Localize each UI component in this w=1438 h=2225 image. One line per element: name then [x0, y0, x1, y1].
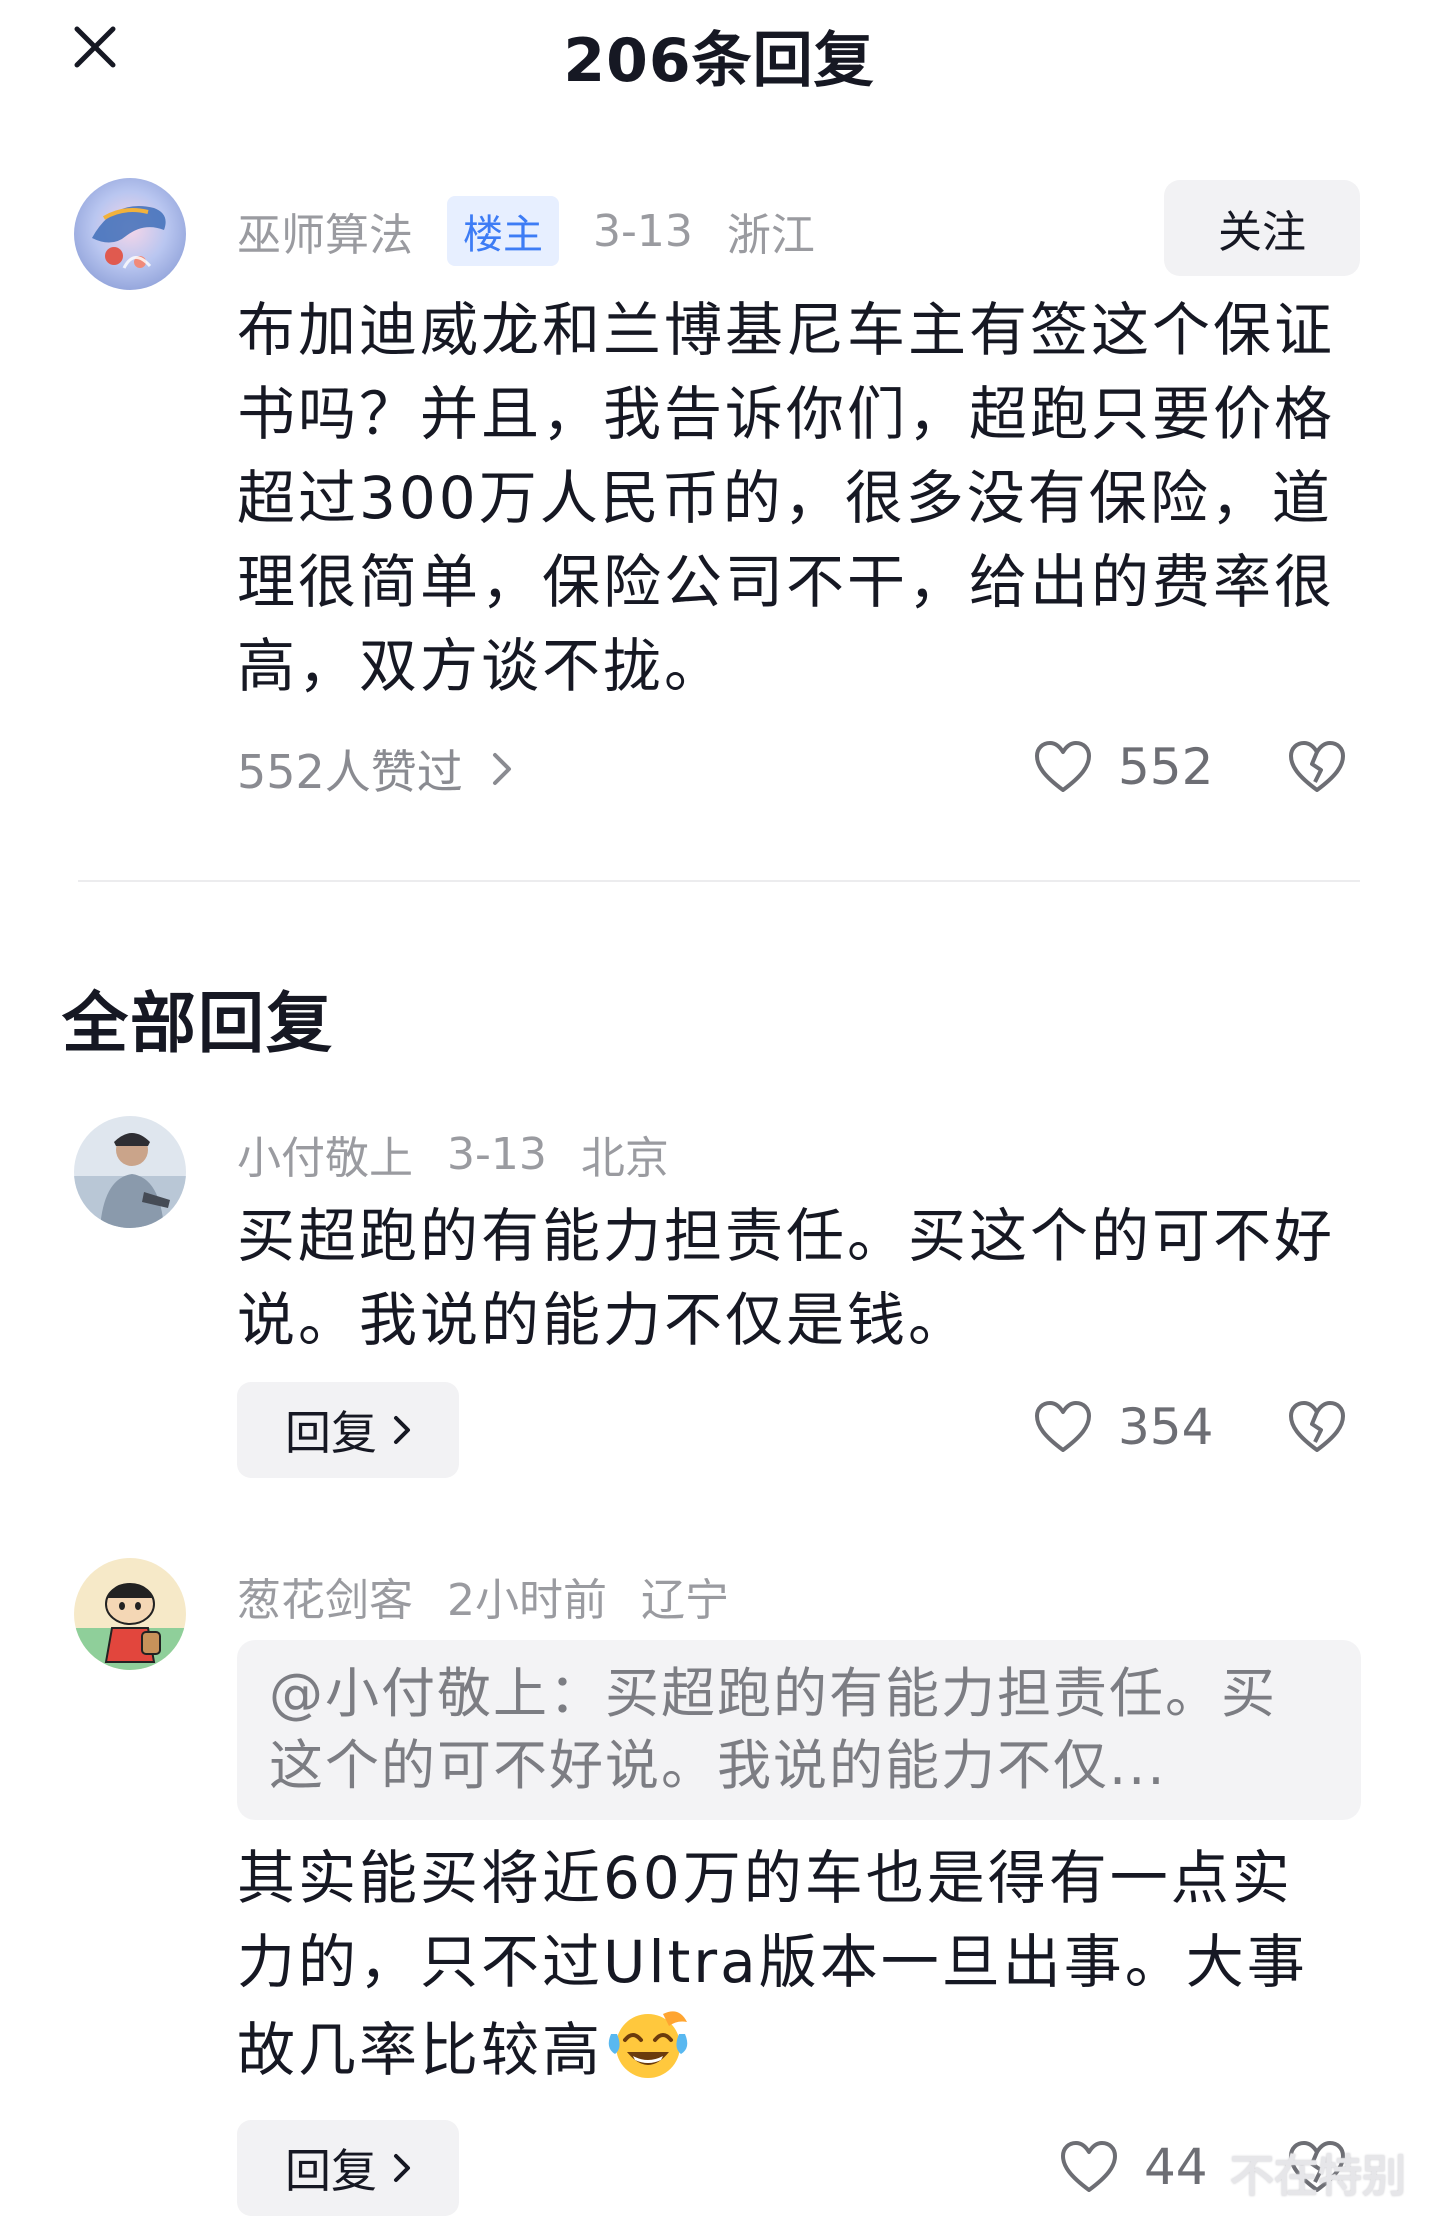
watermark: 不在特别: [1230, 2151, 1406, 2202]
likers-label: 552人赞过: [237, 745, 463, 799]
reply-date: 2小时前: [447, 1575, 607, 1626]
username[interactable]: 巫师算法: [237, 199, 413, 263]
divider: [78, 880, 1360, 882]
dislike-button[interactable]: [1288, 1400, 1346, 1458]
reply-text: 买超跑的有能力担责任。买这个的可不好说。我说的能力不仅是钱。: [237, 1202, 1336, 1354]
avatar[interactable]: [74, 178, 186, 290]
heart-icon: [1035, 741, 1091, 792]
reply-meta: 葱花剑客 2小时前 辽宁: [237, 1564, 763, 1628]
like-count: 354: [1118, 1398, 1214, 1456]
like-count: 552: [1118, 738, 1214, 796]
broken-heart-icon: [1289, 1401, 1345, 1452]
like-button[interactable]: 552: [1034, 738, 1213, 796]
likers-link[interactable]: 552人赞过: [237, 736, 513, 802]
reply-button[interactable]: 回复: [237, 1382, 459, 1478]
comment-location: 浙江: [726, 210, 815, 261]
comment-meta: 巫师算法 楼主 3-13 浙江: [237, 196, 849, 266]
chevron-right-icon: [394, 2154, 410, 2182]
section-title: 全部回复: [62, 985, 334, 1062]
dislike-button[interactable]: [1288, 740, 1346, 798]
avatar[interactable]: [74, 1116, 186, 1228]
avatar[interactable]: [74, 1558, 186, 1670]
header: 206条回复: [0, 0, 1438, 100]
like-count: 44: [1144, 2138, 1208, 2196]
username[interactable]: 葱花剑客: [237, 1564, 413, 1628]
heart-icon: [1035, 1401, 1091, 1452]
comment-date: 3-13: [593, 205, 693, 257]
reply-location: 北京: [580, 1133, 669, 1184]
author-badge: 楼主: [447, 196, 559, 266]
broken-heart-icon: [1289, 741, 1345, 792]
reply-location: 辽宁: [641, 1575, 729, 1626]
page-title: 206条回复: [563, 26, 875, 96]
follow-button[interactable]: 关注: [1164, 180, 1360, 276]
comment-text: 布加迪威龙和兰博基尼车主有签这个保证书吗？并且，我告诉你们，超跑只要价格超过30…: [237, 296, 1336, 700]
reply-date: 3-13: [447, 1128, 547, 1180]
reply-text: 其实能买将近60万的车也是得有一点实力的，只不过Ultra版本一旦出事。大事故几…: [237, 1836, 1347, 2092]
like-button[interactable]: 354: [1034, 1398, 1213, 1456]
heart-icon: [1061, 2141, 1117, 2192]
reply-meta: 小付敬上 3-13 北京: [237, 1122, 703, 1186]
chevron-right-icon: [394, 1416, 410, 1444]
username[interactable]: 小付敬上: [237, 1122, 413, 1186]
like-button[interactable]: 44: [1060, 2138, 1208, 2196]
quoted-reply[interactable]: @小付敬上：买超跑的有能力担责任。买这个的可不好说。我说的能力不仅...: [237, 1640, 1361, 1820]
reply-button[interactable]: 回复: [237, 2120, 459, 2216]
reply-label: 回复: [285, 2144, 377, 2198]
laughing-crying-emoji-icon: [608, 2011, 688, 2078]
reply-text-content: 其实能买将近60万的车也是得有一点实力的，只不过Ultra版本一旦出事。大事故几…: [237, 1844, 1308, 2084]
reply-label: 回复: [285, 1406, 377, 1460]
chevron-right-icon: [492, 753, 511, 785]
